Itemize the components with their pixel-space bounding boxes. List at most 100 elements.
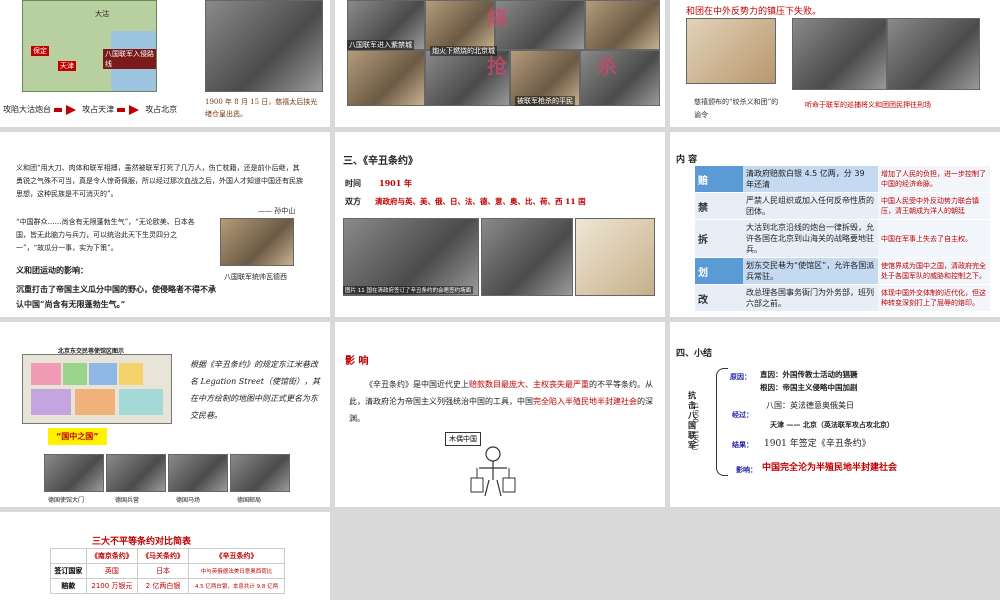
- row-key: 划: [695, 257, 743, 285]
- map-block: [31, 363, 61, 385]
- slide-thumbnail-3[interactable]: 和团在中外反势力的镇压下失败。 慈禧颁布的“绞杀义和团”的谕令 听命于联军的巡捕…: [670, 0, 1000, 127]
- arrow-right-icon: [116, 108, 125, 112]
- flow-step-3: 攻占北京: [145, 105, 178, 114]
- map-block: [63, 363, 87, 385]
- quote-author: —— 孙中山: [258, 207, 296, 215]
- reason-root: 根因：帝国主义侵略中国加剧: [760, 383, 858, 392]
- caption-civilians: 被联军枪杀的平民: [515, 96, 575, 106]
- row-detail: 改总理各国事务衙门为外务部，班列六部之前。: [743, 284, 878, 312]
- row-effect: 增加了人民的负担，进一步控制了中国的经济命脉。: [878, 166, 990, 193]
- map-block: [89, 363, 117, 385]
- row-key: 禁: [695, 192, 743, 220]
- caption-stable: 德国马场: [176, 497, 201, 504]
- time-value: 1901 年: [379, 178, 413, 188]
- process-countries: 八国：英法德意奥俄美日: [766, 401, 854, 410]
- influence-title: 影 响: [345, 356, 369, 367]
- slide-thumbnail-9[interactable]: 四、小结 抗击八国联军 （1900—1901） 原因： 直因：外国传教士活动的猖…: [670, 322, 1000, 507]
- legation-map: [22, 354, 172, 424]
- treaty-doc-photo: [481, 218, 573, 296]
- red-char-burn: 烧: [487, 6, 507, 30]
- caption-forbidden-city: 八国联军进入紫禁城: [347, 40, 414, 50]
- result-text: 1901 年签定《辛丑条约》: [764, 439, 871, 449]
- process-label: 经过：: [732, 410, 753, 419]
- slide-thumbnail-7[interactable]: 北京东交民巷使馆区图示 “国中之国” 根据《辛丑条约》的规定东江米巷改名 Leg…: [0, 322, 330, 507]
- row-effect: 体现中国外交体制的近代化，但这种转变深刻打上了屈辱的烙印。: [878, 284, 990, 312]
- time-label: 时间: [345, 178, 361, 188]
- signatures-photo: [575, 218, 655, 296]
- row-cell: 4.5 亿两白银，本息共计 9.8 亿两: [188, 578, 285, 594]
- row-cell: 中与英俄德法美日意奥西荷比: [188, 563, 285, 579]
- row-cell: 英国: [85, 563, 138, 579]
- impact-text: 沉重打击了帝国主义瓜分中国的野心，使侵略者不得不承认中国“尚含有无限蓬勃生气。”: [16, 284, 216, 309]
- map-block: [119, 389, 163, 415]
- content-title: 内 容: [676, 155, 698, 165]
- row-key: 拆: [695, 219, 743, 258]
- executed-civilians-photo: [580, 50, 660, 106]
- table-row: 赔款 2100 万银元 2 亿两白银 4.5 亿两白银，本息共计 9.8 亿两: [50, 578, 285, 594]
- photo-5: [347, 50, 425, 106]
- execution-photo-1: [792, 18, 887, 90]
- puppet-figure-icon: [470, 446, 516, 497]
- flow-step-2: 攻占天津: [82, 105, 115, 114]
- empress-flee-photo: [205, 0, 323, 92]
- section-title: 三、《辛丑条约》: [343, 156, 418, 167]
- row-detail: 严禁人民组织或加入任何反帝性质的团体。: [743, 192, 878, 220]
- row-detail: 划东交民巷为“使馆区”，允许各国派兵常驻。: [743, 257, 878, 285]
- red-char-kill: 杀: [597, 54, 617, 78]
- slide-thumbnail-2[interactable]: 八国联军进入紫禁城 炮火下燃烧的北京城 被联军枪杀的平民 烧 抢 杀: [335, 0, 665, 127]
- influence-para: 《辛丑条约》是中国近代史上赔款数目最庞大、主权丧失最严重的不平等条约。从此，清政…: [349, 376, 654, 427]
- execution-caption: 听命于联军的巡捕将义和团团民押往刑场: [805, 101, 931, 109]
- header-cell: 《辛丑条约》: [188, 548, 285, 564]
- execution-photo-2: [887, 18, 980, 90]
- row-key: 赔: [695, 166, 743, 193]
- arrow-head-icon: [65, 105, 76, 115]
- photo-caption: 1900 年 8 月 15 日，慈禧太后挟光绪仓皇出逃。: [205, 98, 318, 118]
- legation-para: 根据《辛丑条约》的规定东江米巷改名 Legation Street（使馆街），其…: [190, 360, 320, 420]
- battle-flow: 攻陷大沽炮台 攻占天津 攻占北京: [3, 104, 177, 115]
- flow-step-1: 攻陷大沽炮台: [3, 105, 51, 114]
- map-label-baoding: 保定: [31, 46, 49, 56]
- photo-4: [585, 0, 660, 50]
- row-cell: 2100 万银元: [85, 578, 138, 594]
- arrow-head-icon: [128, 105, 139, 115]
- slide-grid: 大沽 保定 天津 八国联军入侵路线 攻陷大沽炮台 攻占天津 攻占北京 1900 …: [0, 0, 1000, 600]
- signing-photo: [343, 218, 479, 296]
- sun-yatsen-quote: 义和团“用大刀、肉体和联军相搏，虽然被联军打死了几万人，伤亡枕籍，还是前仆后继，…: [16, 164, 303, 198]
- arrow-right-icon: [53, 108, 62, 112]
- map-label-tianjin: 天津: [58, 61, 76, 71]
- row-cell: 赔款: [50, 578, 87, 594]
- row-detail: 大沽到北京沿线的炮台一律拆毁，允许各国在北京到山海关的战略要地驻兵。: [743, 219, 878, 258]
- header-cell: 《马关条约》: [136, 548, 190, 564]
- slide-thumbnail-8[interactable]: 影 响 《辛丑条约》是中国近代史上赔款数目最庞大、主权丧失最严重的不平等条约。从…: [335, 322, 665, 507]
- header-cell: 《南京条约》: [85, 548, 138, 564]
- summary-brace: [716, 368, 728, 476]
- red-char-loot: 抢: [487, 54, 507, 78]
- table-row: 赔 清政府赔款白银 4.5 亿两，分 39 年还清 增加了人民的负担，进一步控制…: [695, 166, 990, 193]
- photo-3: [495, 0, 585, 50]
- german-barracks-photo: [106, 454, 166, 492]
- invasion-route-map: 大沽 保定 天津 八国联军入侵路线: [22, 0, 157, 92]
- portrait-caption: 八国联军统帅瓦德西: [224, 273, 287, 281]
- caption-post-office: 德国邮局: [237, 497, 262, 504]
- slide-thumbnail-10[interactable]: 三大不平等条约对比简表 《南京条约》 《马关条约》 《辛丑条约》 签订国家 英国…: [0, 512, 330, 600]
- slide-thumbnail-1[interactable]: 大沽 保定 天津 八国联军入侵路线 攻陷大沽炮台 攻占天津 攻占北京 1900 …: [0, 0, 330, 127]
- slide-thumbnail-4[interactable]: 义和团“用大刀、肉体和联军相搏，虽然被联军打死了几万人，伤亡枕籍，还是前仆后继，…: [0, 132, 330, 317]
- map-block: [75, 389, 115, 415]
- row-detail: 清政府赔款白银 4.5 亿两，分 39 年还清: [743, 166, 878, 193]
- impact-text: 中国完全沦为半殖民地半封建社会: [762, 463, 898, 473]
- slide-thumbnail-5[interactable]: 三、《辛丑条约》 时间 1901 年 双方 清政府与英、美、俄、日、法、德、意、…: [335, 132, 665, 317]
- process-route: 天津 —— 北京（英法联军攻占攻北京）: [770, 420, 894, 429]
- waldersee-portrait: [220, 218, 294, 266]
- row-key: 改: [695, 284, 743, 312]
- table-row: 改 改总理各国事务衙门为外务部，班列六部之前。 体现中国外交体制的近代化，但这种…: [695, 284, 990, 312]
- row-cell: 2 亿两白银: [136, 578, 190, 594]
- map-label-dagu: 大沽: [95, 10, 109, 18]
- row-effect: 中国人民受中外反动势力联合镇压，清王朝成为洋人的朝廷: [878, 192, 990, 220]
- table-header-row: 《南京条约》 《马关条约》 《辛丑条约》: [50, 548, 285, 564]
- compare-title: 三大不平等条约对比简表: [92, 537, 192, 547]
- slide-thumbnail-6[interactable]: 内 容 赔 清政府赔款白银 4.5 亿两，分 39 年还清 增加了人民的负担，进…: [670, 132, 1000, 317]
- impact-label: 影响：: [736, 465, 757, 474]
- impact-title: 义和团运动的影响：: [16, 265, 88, 275]
- german-stable-photo: [168, 454, 228, 492]
- row-effect: 使馆界成为国中之国，清政府完全处于各国军队的威胁和控制之下。: [878, 257, 990, 285]
